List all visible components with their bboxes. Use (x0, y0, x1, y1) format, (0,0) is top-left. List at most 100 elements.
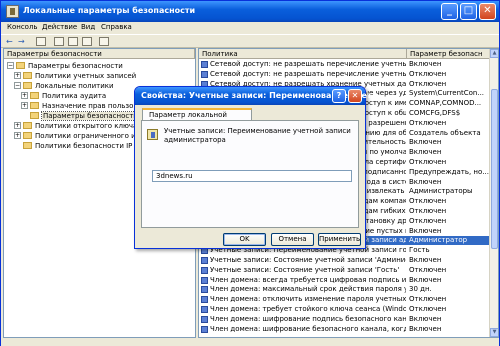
folder-icon (23, 142, 32, 149)
properties-icon[interactable] (82, 37, 92, 46)
policy-row[interactable]: Учетные записи: Состояние учетной записи… (199, 256, 497, 265)
scroll-thumb[interactable] (491, 89, 498, 249)
export-list-icon[interactable] (68, 37, 78, 46)
menu-console[interactable]: Консоль (7, 23, 38, 31)
policy-row-icon (201, 276, 208, 284)
close-button[interactable]: ✕ (479, 3, 496, 20)
expand-icon[interactable]: + (21, 102, 28, 109)
policy-setting-cell: Отключен (409, 305, 447, 313)
policy-setting-cell: Включен (409, 275, 442, 284)
folder-icon (23, 122, 32, 129)
folder-icon (30, 102, 39, 109)
tree-item[interactable]: + Политики учетных записей (14, 71, 194, 81)
policy-setting-cell: Администраторы (409, 187, 473, 196)
policy-name-cell: Член домена: требует стойкого ключа сеан… (210, 305, 406, 313)
policy-setting-cell: Включен (409, 256, 442, 264)
security-policy-icon (6, 5, 19, 18)
tree-item-label: Параметры безопасности (41, 111, 140, 121)
policy-row[interactable]: Член домена: всегда требуется цифровая п… (199, 276, 497, 285)
vertical-scrollbar[interactable]: ▲ ▼ (489, 49, 498, 337)
minimize-button[interactable]: _ (441, 3, 458, 20)
dialog-help-button[interactable]: ? (332, 89, 346, 103)
menu-bar: Консоль Действие Вид Справка (1, 22, 499, 34)
policy-setting-cell: Включен (409, 148, 442, 157)
cancel-button[interactable]: Отмена (271, 233, 314, 246)
policy-row[interactable]: Учетные записи: Состояние учетной записи… (199, 266, 497, 275)
policy-row-icon (201, 257, 208, 264)
column-header-setting-label: Параметр безопасн (410, 50, 483, 58)
column-header-setting[interactable]: Параметр безопасн (407, 49, 491, 59)
policy-name-cell: Член домена: шифрование подпись безопасн… (210, 314, 406, 323)
policy-setting-cell: Отключен (409, 265, 447, 274)
policy-setting-cell: Включен (409, 324, 442, 333)
show-hide-tree-icon[interactable] (54, 37, 64, 46)
menu-action[interactable]: Действие (42, 23, 77, 31)
policy-setting-cell: 30 дн. (409, 285, 432, 294)
dialog-close-button[interactable]: ✕ (348, 89, 362, 103)
policy-setting-cell: Отключен (409, 295, 447, 304)
status-bar (1, 339, 499, 346)
dialog-titlebar[interactable]: Свойства: Учетные записи: Переименование… (135, 87, 381, 105)
scroll-down-icon[interactable]: ▼ (490, 328, 498, 337)
tree-item[interactable]: − Параметры безопасности (7, 61, 194, 71)
policy-name-cell: Учетные записи: Состояние учетной записи… (210, 256, 406, 264)
collapse-icon[interactable]: − (14, 82, 21, 89)
policy-setting-cell: System\CurrentCon... (409, 89, 485, 98)
policy-row[interactable]: Сетевой доступ: не разрешать перечислени… (199, 60, 497, 69)
policy-row[interactable]: Член домена: шифрование безопасного кана… (199, 325, 497, 334)
scroll-up-icon[interactable]: ▲ (490, 49, 498, 58)
policy-row[interactable]: Сетевой доступ: не разрешать перечислени… (199, 70, 497, 79)
policy-row-icon (201, 296, 208, 304)
ok-button[interactable]: OK (223, 233, 266, 246)
policy-row-icon (201, 286, 208, 294)
policy-name-cell: Член домена: отключить изменение пароля … (210, 295, 406, 304)
column-header-policy[interactable]: Политика (199, 49, 407, 59)
folder-icon (23, 72, 32, 79)
expand-icon[interactable]: + (21, 92, 28, 99)
policy-row[interactable]: Член домена: отключить изменение пароля … (199, 295, 497, 304)
apply-button[interactable]: Применить (318, 233, 361, 246)
policy-row-icon (201, 315, 208, 323)
policy-icon (147, 129, 158, 140)
folder-icon (23, 82, 32, 89)
policy-name-cell: Сетевой доступ: не разрешать перечислени… (210, 60, 406, 68)
policy-setting-cell: Отключен (409, 197, 447, 206)
tree-item-label: Политики учетных записей (35, 72, 137, 80)
policy-setting-cell: Отключен (409, 207, 447, 215)
tab-panel: Учетные записи: Переименование учетной з… (141, 120, 359, 228)
tree-header[interactable]: Параметры безопасности (4, 49, 195, 59)
expand-icon[interactable]: + (14, 72, 21, 79)
folder-icon (30, 112, 39, 119)
menu-help[interactable]: Справка (101, 23, 132, 31)
account-name-input[interactable]: 3dnews.ru (152, 170, 352, 182)
back-icon[interactable]: ← (6, 36, 13, 47)
up-level-icon[interactable] (36, 37, 46, 46)
policy-setting-cell: Отключен (409, 216, 447, 225)
collapse-icon[interactable]: − (7, 62, 14, 69)
folder-icon (23, 132, 32, 139)
policy-row[interactable]: Член домена: максимальный срок действия … (199, 285, 497, 294)
folder-icon (30, 92, 39, 99)
policy-row[interactable]: Член домена: шифрование подпись безопасн… (199, 315, 497, 324)
policy-name: Учетные записи: Переименование учетной з… (164, 127, 351, 144)
policy-name-cell: Член домена: максимальный срок действия … (210, 285, 406, 294)
policy-setting-cell: Включен (409, 314, 442, 323)
window-titlebar[interactable]: Локальные параметры безопасности _ □ ✕ (1, 1, 499, 22)
maximize-button[interactable]: □ (460, 3, 477, 20)
expand-icon[interactable]: + (14, 122, 21, 129)
policy-setting-cell: Включен (409, 226, 442, 235)
policy-setting-cell: Создатель объекта (409, 128, 481, 137)
policy-row-icon (201, 306, 208, 313)
help-icon[interactable] (99, 37, 109, 46)
policy-name-cell: Сетевой доступ: не разрешать перечислени… (210, 69, 406, 78)
policy-name-cell: Учетные записи: Состояние учетной записи… (210, 265, 400, 274)
properties-dialog: Свойства: Учетные записи: Переименование… (134, 86, 381, 249)
policy-row[interactable]: Член домена: требует стойкого ключа сеан… (199, 305, 497, 314)
expand-icon[interactable]: + (14, 132, 21, 139)
account-name-value: 3dnews.ru (156, 172, 193, 180)
menu-view[interactable]: Вид (81, 23, 95, 31)
forward-icon[interactable]: → (18, 36, 25, 47)
policy-row-icon (201, 61, 208, 68)
tree-item-label: Политики открытого ключа (35, 122, 138, 130)
policy-setting-cell: Включен (409, 60, 442, 68)
